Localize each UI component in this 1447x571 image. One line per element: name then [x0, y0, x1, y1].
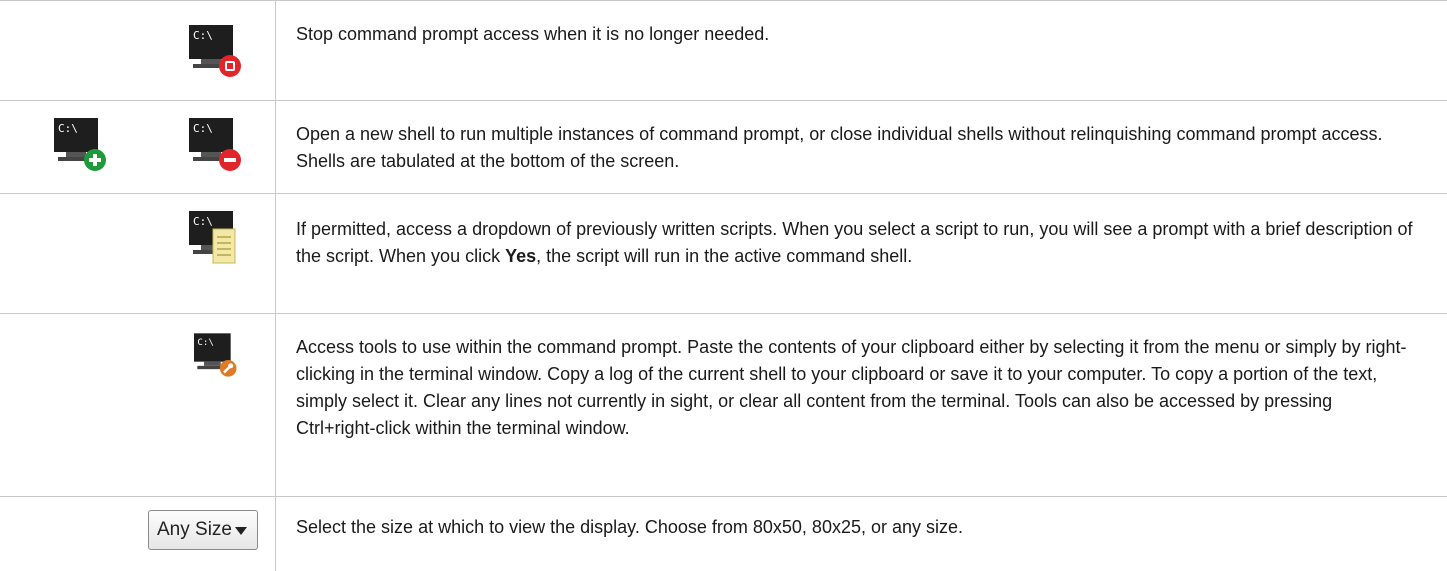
row-description: Open a new shell to run multiple instanc…	[296, 124, 1383, 171]
table-row: C:\ C:\ Open a new shell to run multiple…	[0, 100, 1447, 193]
table-row: C:\ Access tools to use within the comma…	[0, 313, 1447, 496]
prompt-text: C:\	[193, 122, 213, 135]
size-select-label: Any Size	[157, 519, 232, 540]
open-shell-icon[interactable]: C:\	[48, 114, 108, 174]
description-text: , the script will run in the active comm…	[536, 246, 913, 266]
close-shell-icon[interactable]: C:\	[183, 114, 243, 174]
table-row: C:\ If permitted, access a dropdown of p…	[0, 193, 1447, 313]
scripts-icon[interactable]: C:\	[183, 207, 243, 267]
prompt-text: C:\	[58, 122, 78, 135]
row-description: Access tools to use within the command p…	[296, 337, 1407, 438]
table-row: C:\ Stop command prompt access when it i…	[0, 0, 1447, 100]
size-select[interactable]: Any Size	[148, 510, 258, 550]
tools-icon[interactable]: C:\	[189, 330, 239, 380]
chevron-down-icon	[235, 527, 247, 535]
row-description: If permitted, access a dropdown of previ…	[296, 216, 1416, 270]
row-description: Select the size at which to view the dis…	[296, 517, 964, 537]
yes-emphasis: Yes	[505, 246, 537, 266]
prompt-text: C:\	[193, 29, 213, 42]
prompt-text: C:\	[193, 215, 213, 228]
prompt-text: C:\	[197, 337, 214, 348]
stop-command-prompt-icon[interactable]: C:\	[183, 21, 243, 81]
row-description: Stop command prompt access when it is no…	[296, 24, 770, 44]
